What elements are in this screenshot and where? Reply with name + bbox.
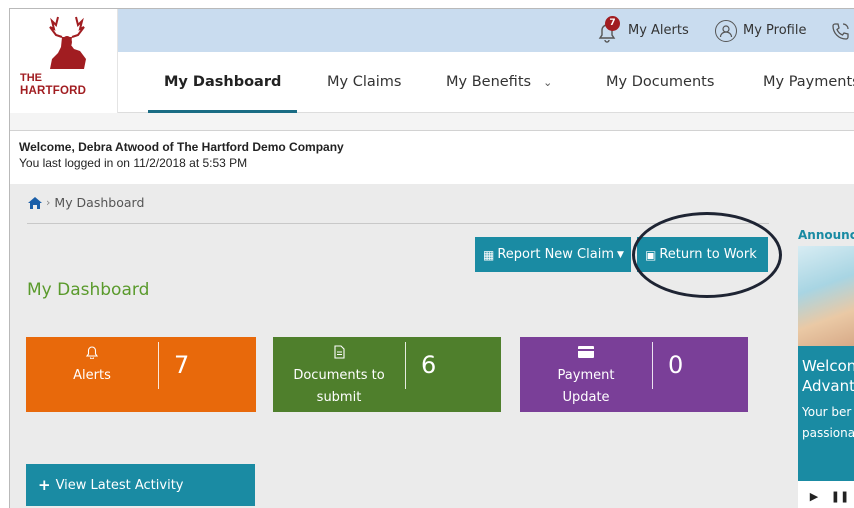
view-latest-activity-label: View Latest Activity — [55, 477, 184, 493]
breadcrumb: › My Dashboard — [27, 195, 144, 210]
payment-tile-label: Payment Update — [557, 368, 615, 405]
alerts-tile[interactable]: Alerts 7 — [26, 337, 256, 412]
chevron-down-icon: ⌄ — [543, 76, 553, 89]
tile-divider — [652, 342, 653, 389]
user-icon — [715, 19, 737, 42]
phone-icon — [832, 22, 849, 40]
alerts-badge: 7 — [605, 15, 620, 31]
main-nav: My Dashboard My Claims My Benefits ⌄ My D… — [118, 52, 854, 113]
report-new-claim-label: Report New Claim — [497, 247, 614, 262]
tile-divider — [158, 342, 159, 389]
documents-count: 6 — [421, 351, 437, 379]
calendar-icon: ▦ — [483, 247, 495, 262]
announcement-card[interactable]: Welcon Advant Your ber passiona — [798, 346, 854, 481]
carousel-controls: ▶ ❚❚ — [798, 481, 854, 508]
announcement-body-line2: passiona — [802, 426, 854, 440]
nav-my-benefits-label: My Benefits — [446, 74, 532, 90]
contact-phone-link[interactable] — [830, 9, 852, 52]
announcement-body-line1: Your ber — [802, 405, 852, 419]
highlight-circle-annotation — [632, 212, 782, 298]
documents-tile[interactable]: Documents to submit 6 — [273, 337, 501, 412]
alerts-tile-label-area: Alerts — [26, 337, 158, 412]
bell-icon: 7 — [596, 15, 622, 43]
welcome-message: Welcome, Debra Atwood of The Hartford De… — [19, 140, 344, 154]
nav-my-documents[interactable]: My Documents — [606, 52, 714, 113]
caret-down-icon: ▼ — [617, 249, 624, 260]
main-content: › My Dashboard ▦ Report New Claim ▼ ▣ Re… — [10, 184, 854, 508]
hartford-logo[interactable]: THE HARTFORD — [10, 9, 118, 113]
play-icon[interactable]: ▶ — [804, 487, 824, 507]
my-profile-label: My Profile — [743, 23, 807, 38]
payment-update-tile[interactable]: Payment Update 0 — [520, 337, 748, 412]
my-profile-link[interactable]: My Profile — [715, 9, 806, 52]
alerts-count: 7 — [174, 351, 190, 379]
header-divider — [10, 113, 854, 131]
app-window: THE HARTFORD 7 My Alerts My Profile My D… — [9, 8, 854, 508]
my-alerts-label: My Alerts — [628, 23, 689, 38]
my-alerts-link[interactable]: 7 My Alerts — [596, 9, 689, 52]
pause-icon[interactable]: ❚❚ — [830, 487, 850, 507]
payment-tile-label-area: Payment Update — [520, 337, 652, 412]
nav-my-payments[interactable]: My Payments — [763, 52, 854, 113]
announcement-heading-line2: Advant — [802, 377, 854, 395]
announcement-heading-line1: Welcon — [802, 357, 854, 375]
documents-tile-label-area: Documents to submit — [273, 337, 405, 412]
nav-my-benefits[interactable]: My Benefits ⌄ — [446, 52, 552, 113]
welcome-banner: Welcome, Debra Atwood of The Hartford De… — [10, 132, 854, 184]
nav-my-dashboard[interactable]: My Dashboard — [148, 52, 298, 113]
breadcrumb-separator-icon: › — [46, 196, 51, 209]
report-new-claim-button[interactable]: ▦ Report New Claim ▼ — [475, 237, 631, 272]
credit-card-icon — [520, 345, 652, 361]
home-icon[interactable] — [27, 196, 43, 210]
page-title: My Dashboard — [27, 280, 150, 300]
alerts-tile-label: Alerts — [73, 368, 111, 383]
breadcrumb-current: My Dashboard — [54, 195, 145, 210]
last-login-text: You last logged in on 11/2/2018 at 5:53 … — [19, 156, 248, 170]
stag-logo-icon — [49, 16, 86, 69]
view-latest-activity-button[interactable]: + View Latest Activity — [26, 464, 255, 506]
utility-bar: 7 My Alerts My Profile — [118, 9, 854, 52]
nav-my-claims[interactable]: My Claims — [327, 52, 401, 113]
announcement-photo — [798, 246, 854, 346]
tile-divider — [405, 342, 406, 389]
announcements-title: Announc — [798, 228, 854, 242]
logo-text-hartford: HARTFORD — [20, 85, 87, 97]
document-icon — [273, 345, 405, 361]
documents-tile-label: Documents to submit — [293, 368, 385, 405]
payment-count: 0 — [668, 351, 684, 379]
bell-icon — [26, 345, 158, 361]
plus-icon: + — [38, 476, 51, 494]
logo-text-the: THE — [20, 72, 42, 84]
